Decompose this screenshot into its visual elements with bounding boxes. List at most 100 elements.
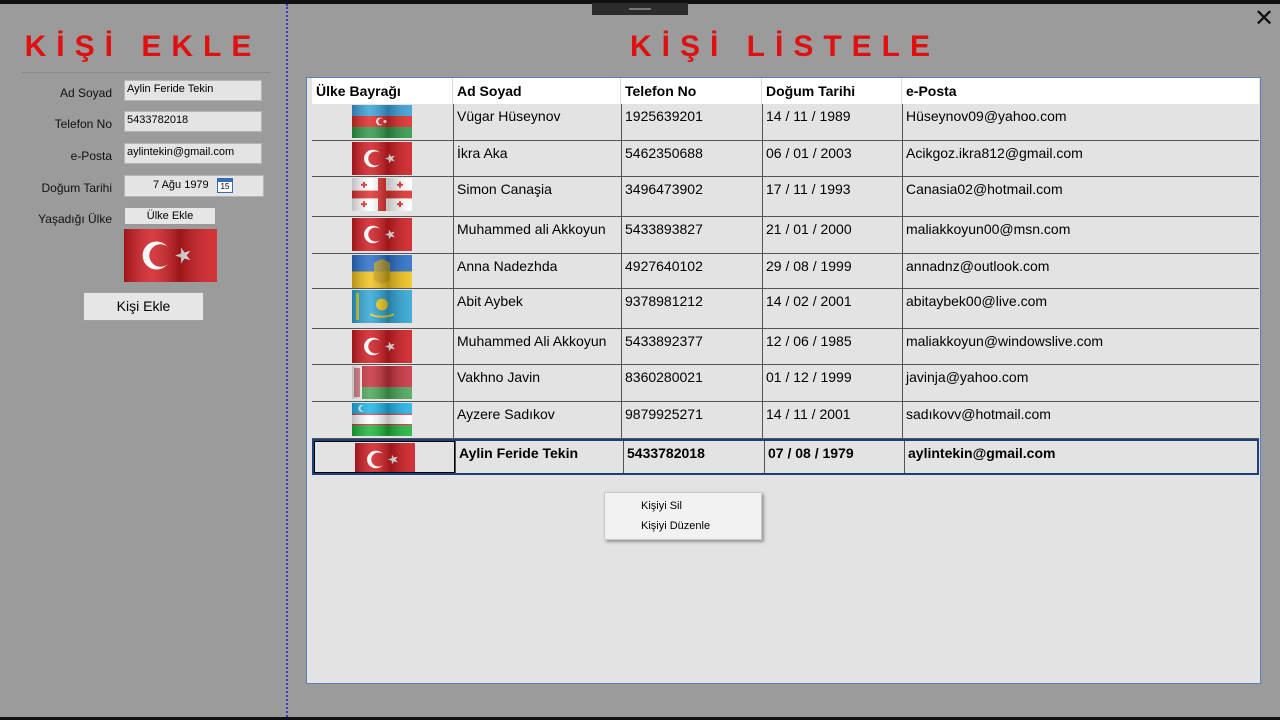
calendar-icon[interactable]: 15	[217, 178, 233, 193]
column-header-flag[interactable]: Ülke Bayrağı	[312, 78, 453, 104]
name-cell[interactable]: Vügar Hüseynov	[453, 104, 621, 140]
table-row[interactable]: Muhammed Ali Akkoyun 5433892377 12 / 06 / …	[312, 329, 1259, 365]
table-row[interactable]: Anna Nadezhda 4927640102 29 / 08 / 1999 ann…	[312, 254, 1259, 289]
phone-cell[interactable]: 3496473902	[621, 177, 762, 216]
panel-divider	[286, 4, 288, 717]
add-person-title: KİŞİ EKLE	[24, 30, 262, 63]
add-person-button[interactable]: Kişi Ekle	[83, 292, 204, 321]
edit-person-menu-item[interactable]: Kişiyi Düzenle	[641, 520, 710, 532]
flag-cell[interactable]	[312, 217, 453, 253]
email-cell[interactable]: Hüseynov09@yahoo.com	[902, 104, 1259, 140]
flag-cell[interactable]	[312, 329, 453, 364]
phone-label: Telefon No	[54, 117, 112, 131]
birthdate-cell[interactable]: 06 / 01 / 2003	[762, 141, 902, 176]
ukraine-flag-icon	[352, 255, 412, 288]
email-label: e-Posta	[70, 149, 112, 163]
persons-grid[interactable]: Ülke Bayrağı Ad Soyad Telefon No Doğum T…	[306, 77, 1261, 684]
email-input[interactable]: aylintekin@gmail.com	[124, 143, 262, 164]
name-cell[interactable]: Ayzere Sadıkov	[453, 402, 621, 438]
title-separator	[22, 72, 270, 73]
selected-country-flag	[124, 229, 217, 282]
georgia-flag-icon	[352, 178, 412, 211]
country-label: Yaşadığı Ülke	[38, 212, 112, 226]
birthdate-cell[interactable]: 29 / 08 / 1999	[762, 254, 902, 288]
birthdate-label: Doğum Tarihi	[41, 181, 112, 195]
name-cell[interactable]: Vakhno Javin	[453, 365, 621, 401]
table-row[interactable]: Aylin Feride Tekin 5433782018 07 / 08 / 19…	[312, 439, 1259, 475]
name-input[interactable]: Aylin Feride Tekin	[124, 80, 262, 101]
delete-person-menu-item[interactable]: Kişiyi Sil	[641, 500, 682, 512]
birthdate-cell[interactable]: 01 / 12 / 1999	[762, 365, 902, 401]
flag-cell[interactable]	[312, 177, 453, 216]
azerbaijan-flag-icon	[352, 105, 412, 138]
phone-cell[interactable]: 5433782018	[623, 441, 764, 473]
phone-cell[interactable]: 4927640102	[621, 254, 762, 288]
belarus-flag-icon	[352, 366, 412, 399]
email-cell[interactable]: annadnz@outlook.com	[902, 254, 1259, 288]
flag-cell[interactable]	[312, 141, 453, 176]
birthdate-cell[interactable]: 17 / 11 / 1993	[762, 177, 902, 216]
table-row[interactable]: Vügar Hüseynov 1925639201 14 / 11 / 1989 Hü…	[312, 104, 1259, 141]
add-country-button[interactable]: Ülke Ekle	[124, 207, 216, 225]
phone-cell[interactable]: 5462350688	[621, 141, 762, 176]
phone-cell[interactable]: 5433892377	[621, 329, 762, 364]
name-cell[interactable]: Muhammed Ali Akkoyun	[453, 329, 621, 364]
name-cell[interactable]: Anna Nadezhda	[453, 254, 621, 288]
grid-rows: Vügar Hüseynov 1925639201 14 / 11 / 1989 Hü…	[312, 104, 1259, 475]
list-persons-title: KİŞİ LİSTELE	[629, 30, 941, 63]
flag-cell[interactable]	[312, 402, 453, 438]
birthdate-cell[interactable]: 21 / 01 / 2000	[762, 217, 902, 253]
kazakhstan-flag-icon	[352, 290, 412, 323]
flag-cell[interactable]	[312, 104, 453, 140]
name-cell[interactable]: Aylin Feride Tekin	[455, 441, 623, 473]
close-icon[interactable]: ✕	[1252, 6, 1276, 30]
name-cell[interactable]: Muhammed ali Akkoyun	[453, 217, 621, 253]
phone-cell[interactable]: 5433893827	[621, 217, 762, 253]
email-cell[interactable]: javinja@yahoo.com	[902, 365, 1259, 401]
birthdate-cell[interactable]: 14 / 11 / 2001	[762, 402, 902, 438]
window-drag-handle[interactable]	[592, 3, 688, 15]
name-cell[interactable]: Simon Canaşia	[453, 177, 621, 216]
table-row[interactable]: Vakhno Javin 8360280021 01 / 12 / 1999 javi…	[312, 365, 1259, 402]
context-menu: Kişiyi Sil Kişiyi Düzenle	[604, 492, 762, 540]
email-cell[interactable]: Canasia02@hotmail.com	[902, 177, 1259, 216]
email-cell[interactable]: abitaybek00@live.com	[902, 289, 1259, 328]
table-row[interactable]: İkra Aka 5462350688 06 / 01 / 2003 Acikgoz.…	[312, 141, 1259, 177]
birthdate-value: 7 Ağu 1979	[153, 179, 209, 191]
table-row[interactable]: Ayzere Sadıkov 9879925271 14 / 11 / 2001 sa…	[312, 402, 1259, 439]
turkey-flag-icon	[352, 218, 412, 251]
flag-cell[interactable]	[314, 441, 455, 473]
table-row[interactable]: Muhammed ali Akkoyun 5433893827 21 / 01 / …	[312, 217, 1259, 254]
birthdate-cell[interactable]: 14 / 02 / 2001	[762, 289, 902, 328]
birthdate-picker[interactable]: 7 Ağu 1979 15	[124, 175, 264, 197]
birthdate-cell[interactable]: 07 / 08 / 1979	[764, 441, 904, 473]
table-row[interactable]: Simon Canaşia 3496473902 17 / 11 / 1993 Can…	[312, 177, 1259, 217]
email-cell[interactable]: Acikgoz.ikra812@gmail.com	[902, 141, 1259, 176]
turkey-flag-icon	[352, 142, 412, 175]
uzbekistan-flag-icon	[352, 403, 412, 436]
table-row[interactable]: Abit Aybek 9378981212 14 / 02 / 2001 abitay…	[312, 289, 1259, 329]
phone-cell[interactable]: 9378981212	[621, 289, 762, 328]
column-header-phone[interactable]: Telefon No	[621, 78, 762, 104]
email-cell[interactable]: maliakkoyun00@msn.com	[902, 217, 1259, 253]
phone-cell[interactable]: 8360280021	[621, 365, 762, 401]
turkey-flag-icon	[352, 330, 412, 363]
flag-cell[interactable]	[312, 254, 453, 288]
phone-input[interactable]: 5433782018	[124, 111, 262, 132]
birthdate-cell[interactable]: 12 / 06 / 1985	[762, 329, 902, 364]
phone-cell[interactable]: 9879925271	[621, 402, 762, 438]
email-cell[interactable]: aylintekin@gmail.com	[904, 441, 1261, 473]
name-cell[interactable]: Abit Aybek	[453, 289, 621, 328]
turkey-flag-icon	[355, 443, 415, 472]
email-cell[interactable]: maliakkoyun@windowslive.com	[902, 329, 1259, 364]
email-cell[interactable]: sadıkovv@hotmail.com	[902, 402, 1259, 438]
birthdate-cell[interactable]: 14 / 11 / 1989	[762, 104, 902, 140]
name-cell[interactable]: İkra Aka	[453, 141, 621, 176]
phone-cell[interactable]: 1925639201	[621, 104, 762, 140]
column-header-name[interactable]: Ad Soyad	[453, 78, 621, 104]
name-label: Ad Soyad	[59, 86, 112, 100]
column-header-birthdate[interactable]: Doğum Tarihi	[762, 78, 902, 104]
flag-cell[interactable]	[312, 365, 453, 401]
flag-cell[interactable]	[312, 289, 453, 328]
column-header-email[interactable]: e-Posta	[902, 78, 1259, 104]
